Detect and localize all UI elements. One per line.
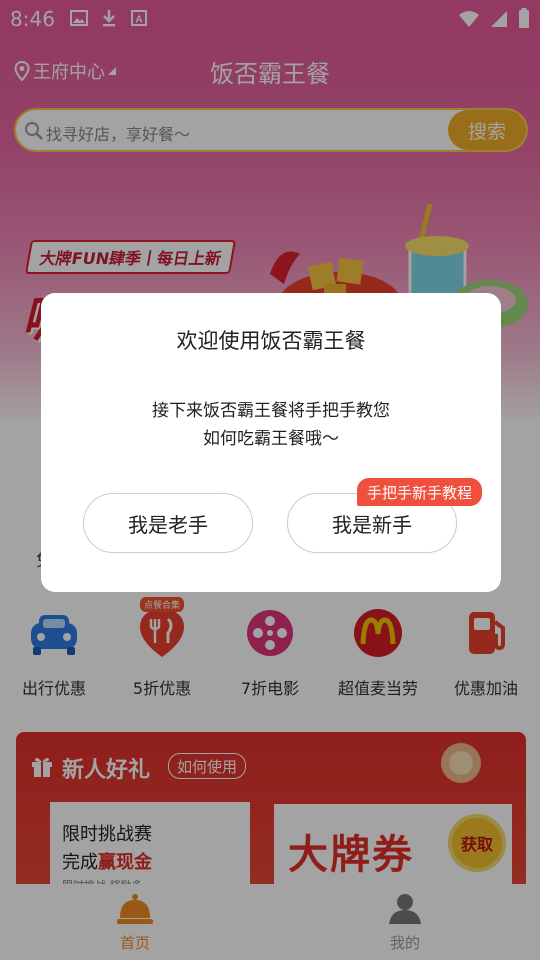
welcome-dialog: 欢迎使用饭否霸王餐 接下来饭否霸王餐将手把手教您 如何吃霸王餐哦～ 我是老手 我… (41, 293, 501, 592)
dialog-message: 接下来饭否霸王餐将手把手教您 如何吃霸王餐哦～ (41, 397, 501, 453)
tutorial-tag: 手把手新手教程 (357, 478, 483, 506)
app-screen: 8:46 A 王府中心 饭否霸王餐 找寻好店，享好餐～ 搜索 大牌FUN肆季丨每… (0, 0, 540, 960)
experienced-user-button[interactable]: 我是老手 (83, 493, 253, 553)
dialog-title: 欢迎使用饭否霸王餐 (176, 329, 366, 353)
dialog-message-line1: 接下来饭否霸王餐将手把手教您 (152, 401, 390, 421)
dialog-message-line2: 如何吃霸王餐哦～ (203, 429, 339, 449)
